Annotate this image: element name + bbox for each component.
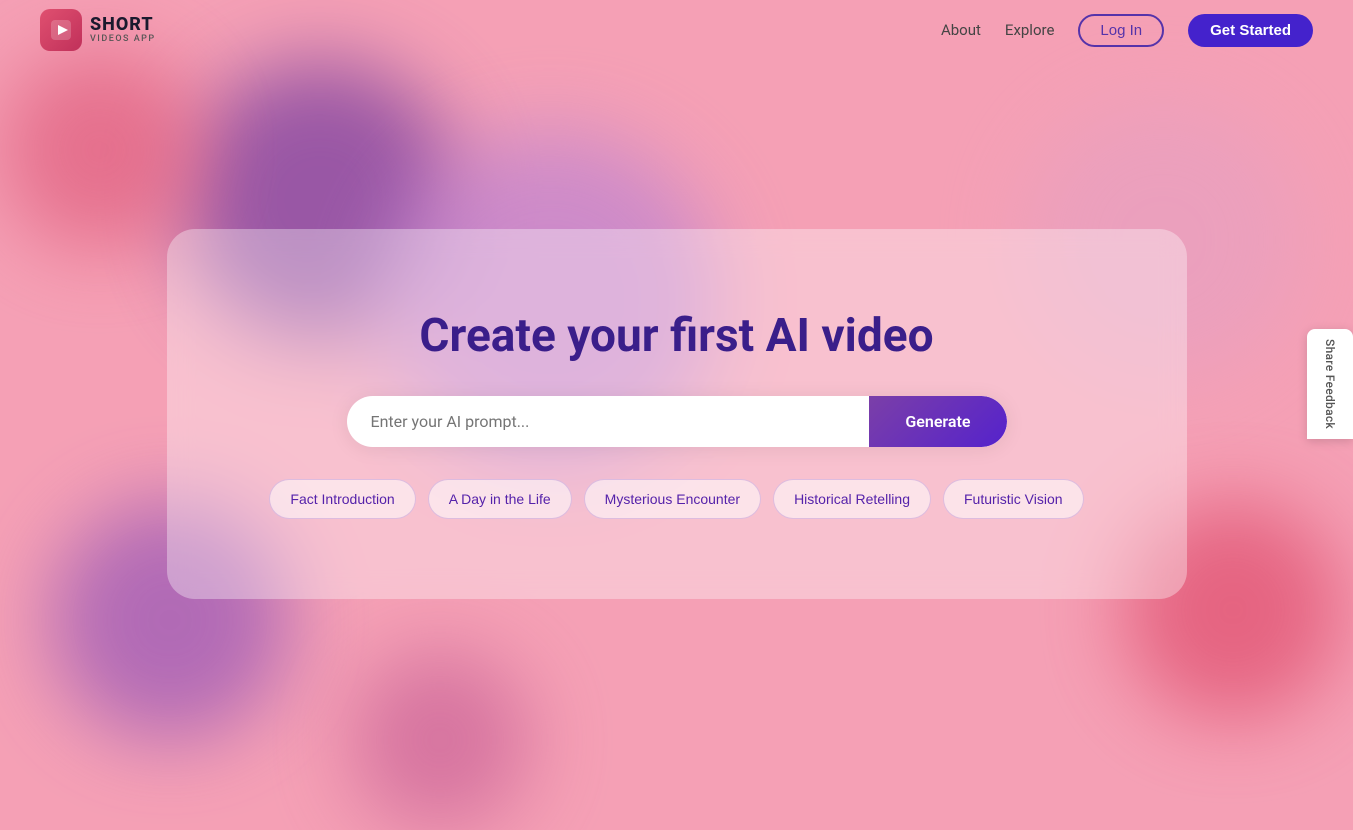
- prompt-row: Generate: [347, 396, 1007, 447]
- page-headline: Create your first AI video: [419, 309, 933, 364]
- prompt-input[interactable]: [347, 396, 870, 447]
- chip-mysterious-encounter[interactable]: Mysterious Encounter: [584, 479, 761, 519]
- logo-sub-text: VIDEOS APP: [90, 35, 156, 45]
- chip-fact-introduction[interactable]: Fact Introduction: [269, 479, 415, 519]
- get-started-button[interactable]: Get Started: [1188, 14, 1313, 47]
- content-card: Create your first AI video Generate Fact…: [167, 229, 1187, 599]
- generate-button[interactable]: Generate: [869, 396, 1006, 447]
- main-content: Create your first AI video Generate Fact…: [0, 60, 1353, 768]
- chip-historical-retelling[interactable]: Historical Retelling: [773, 479, 931, 519]
- nav-explore[interactable]: Explore: [1005, 21, 1055, 39]
- logo-text: SHORT VIDEOS APP: [90, 15, 156, 45]
- feedback-tab[interactable]: Share Feedback: [1307, 329, 1353, 439]
- login-button[interactable]: Log In: [1078, 14, 1164, 47]
- nav-links: About Explore Log In Get Started: [941, 14, 1313, 47]
- chips-row: Fact Introduction A Day in the Life Myst…: [269, 479, 1083, 519]
- chip-futuristic-vision[interactable]: Futuristic Vision: [943, 479, 1084, 519]
- logo-icon: [40, 9, 82, 51]
- logo[interactable]: SHORT VIDEOS APP: [40, 9, 156, 51]
- nav-about[interactable]: About: [941, 21, 981, 39]
- chip-day-in-life[interactable]: A Day in the Life: [428, 479, 572, 519]
- logo-main-text: SHORT: [90, 15, 156, 35]
- navbar: SHORT VIDEOS APP About Explore Log In Ge…: [0, 0, 1353, 60]
- play-icon: [49, 18, 73, 42]
